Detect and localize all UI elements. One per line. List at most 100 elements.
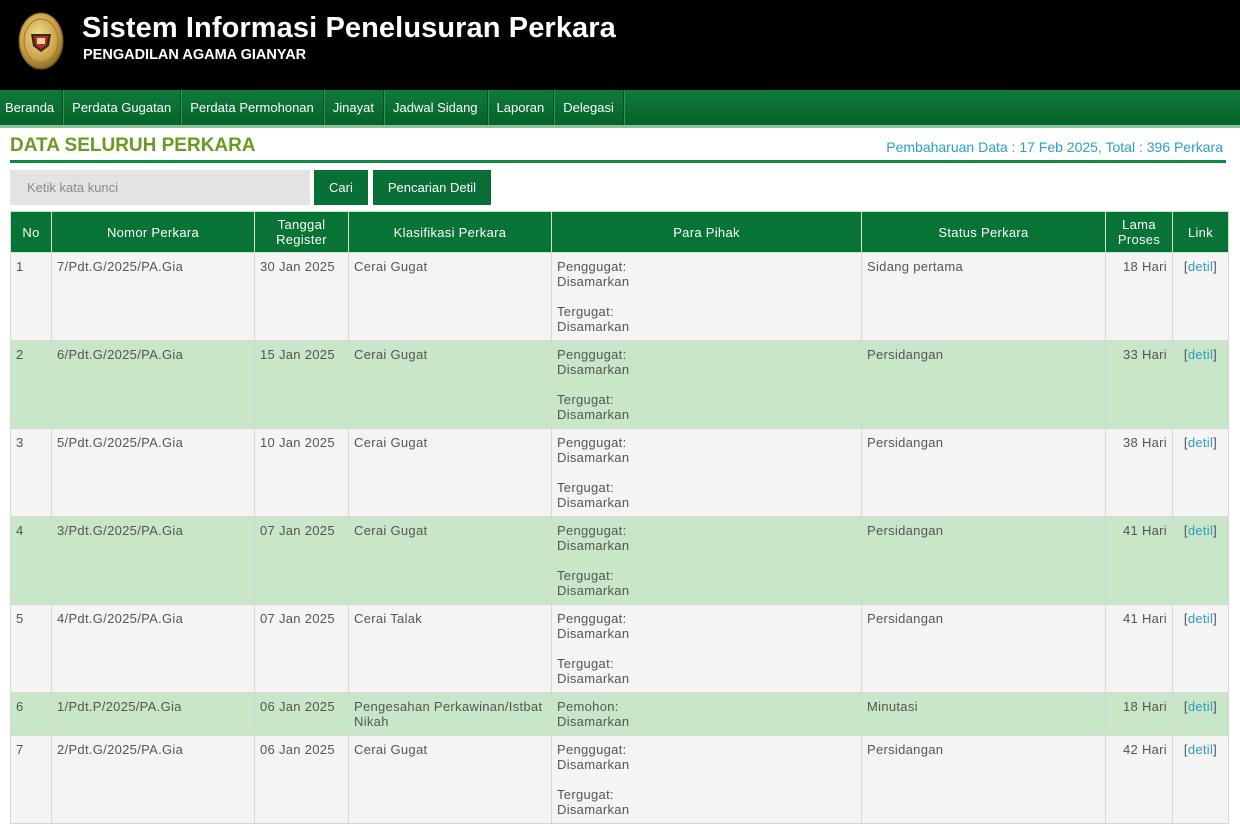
main-nav: Beranda Perdata Gugatan Perdata Permohon…: [0, 90, 1240, 128]
pihak-1-value: Disamarkan: [557, 626, 630, 641]
cell-para-pihak: Penggugat: Disamarkan Tergugat: Disamark…: [551, 516, 862, 605]
search-input[interactable]: [10, 170, 310, 205]
nav-jinayat[interactable]: Jinayat: [324, 90, 384, 125]
cell-status: Persidangan: [861, 516, 1106, 605]
cell-klasifikasi: Cerai Talak: [348, 604, 552, 693]
detail-link[interactable]: detil: [1188, 347, 1213, 362]
pihak-1-label: Penggugat:: [557, 742, 627, 757]
cell-lama-proses: 41 Hari: [1105, 516, 1173, 605]
cell-lama-proses: 42 Hari: [1105, 735, 1173, 824]
cell-tanggal-register: 15 Jan 2025: [254, 340, 349, 429]
cell-klasifikasi: Cerai Gugat: [348, 252, 552, 341]
cell-link: [detil]: [1172, 252, 1229, 341]
pihak-2-label: Tergugat:: [557, 392, 614, 407]
link-bracket-close: ]: [1213, 435, 1218, 450]
cell-lama-proses: 18 Hari: [1105, 252, 1173, 341]
cell-status: Sidang pertama: [861, 252, 1106, 341]
link-bracket-close: ]: [1213, 742, 1218, 757]
link-bracket-close: ]: [1213, 523, 1218, 538]
cell-lama-proses: 38 Hari: [1105, 428, 1173, 517]
cell-lama-proses: 41 Hari: [1105, 604, 1173, 693]
pihak-1-label: Penggugat:: [557, 611, 627, 626]
table-row: 3 5/Pdt.G/2025/PA.Gia 10 Jan 2025 Cerai …: [10, 428, 1229, 517]
header-lama-proses: Lama Proses: [1105, 211, 1173, 253]
cell-status: Persidangan: [861, 428, 1106, 517]
pihak-1-label: Penggugat:: [557, 347, 627, 362]
search-button[interactable]: Cari: [314, 170, 368, 205]
detail-link[interactable]: detil: [1188, 611, 1213, 626]
pihak-2-value: Disamarkan: [557, 583, 630, 598]
site-title: Sistem Informasi Penelusuran Perkara: [82, 12, 616, 44]
cell-no: 4: [10, 516, 52, 605]
cell-no: 6: [10, 692, 52, 736]
nav-perdata-gugatan[interactable]: Perdata Gugatan: [63, 90, 182, 125]
pihak-1-label: Penggugat:: [557, 435, 627, 450]
header-nomor-perkara: Nomor Perkara: [51, 211, 255, 253]
cell-tanggal-register: 10 Jan 2025: [254, 428, 349, 517]
pihak-2-value: Disamarkan: [557, 319, 630, 334]
cell-para-pihak: Penggugat: Disamarkan Tergugat: Disamark…: [551, 252, 862, 341]
pihak-gap: [557, 377, 856, 392]
cell-no: 7: [10, 735, 52, 824]
pihak-1-value: Disamarkan: [557, 757, 630, 772]
pihak-2-value: Disamarkan: [557, 671, 630, 686]
header-tanggal-register: Tanggal Register: [254, 211, 349, 253]
cell-no: 1: [10, 252, 52, 341]
cell-nomor-perkara: 6/Pdt.G/2025/PA.Gia: [51, 340, 255, 429]
cell-no: 2: [10, 340, 52, 429]
pihak-1-value: Disamarkan: [557, 714, 630, 729]
cell-status: Minutasi: [861, 692, 1106, 736]
table-row: 5 4/Pdt.G/2025/PA.Gia 07 Jan 2025 Cerai …: [10, 604, 1229, 693]
nav-delegasi[interactable]: Delegasi: [554, 90, 624, 125]
cell-lama-proses: 18 Hari: [1105, 692, 1173, 736]
cell-klasifikasi: Cerai Gugat: [348, 340, 552, 429]
site-subtitle: PENGADILAN AGAMA GIANYAR: [83, 47, 307, 63]
link-bracket-close: ]: [1213, 347, 1218, 362]
pihak-2-label: Tergugat:: [557, 568, 614, 583]
pihak-2-value: Disamarkan: [557, 495, 630, 510]
nav-perdata-permohonan[interactable]: Perdata Permohonan: [181, 90, 324, 125]
pihak-gap: [557, 641, 856, 656]
pihak-gap: [557, 465, 856, 480]
pihak-gap: [557, 289, 856, 304]
header-klasifikasi: Klasifikasi Perkara: [348, 211, 552, 253]
cell-tanggal-register: 07 Jan 2025: [254, 604, 349, 693]
pihak-gap: [557, 772, 856, 787]
site-header: Sistem Informasi Penelusuran Perkara PEN…: [0, 0, 1240, 90]
pihak-2-label: Tergugat:: [557, 480, 614, 495]
case-table: No Nomor Perkara Tanggal Register Klasifi…: [10, 211, 1229, 824]
cell-nomor-perkara: 1/Pdt.P/2025/PA.Gia: [51, 692, 255, 736]
detail-link[interactable]: detil: [1188, 435, 1213, 450]
cell-status: Persidangan: [861, 735, 1106, 824]
cell-link: [detil]: [1172, 516, 1229, 605]
cell-tanggal-register: 06 Jan 2025: [254, 692, 349, 736]
table-row: 7 2/Pdt.G/2025/PA.Gia 06 Jan 2025 Cerai …: [10, 735, 1229, 824]
nav-laporan[interactable]: Laporan: [488, 90, 555, 125]
detail-link[interactable]: detil: [1188, 259, 1213, 274]
table-header-row: No Nomor Perkara Tanggal Register Klasifi…: [10, 211, 1229, 253]
cell-link: [detil]: [1172, 604, 1229, 693]
header-link: Link: [1172, 211, 1229, 253]
cell-tanggal-register: 07 Jan 2025: [254, 516, 349, 605]
cell-para-pihak: Penggugat: Disamarkan Tergugat: Disamark…: [551, 604, 862, 693]
cell-no: 3: [10, 428, 52, 517]
nav-beranda[interactable]: Beranda: [0, 90, 64, 125]
detail-search-button[interactable]: Pencarian Detil: [372, 170, 491, 205]
detail-link[interactable]: detil: [1188, 523, 1213, 538]
pihak-1-value: Disamarkan: [557, 362, 630, 377]
detail-link[interactable]: detil: [1188, 742, 1213, 757]
nav-jadwal-sidang[interactable]: Jadwal Sidang: [384, 90, 488, 125]
cell-link: [detil]: [1172, 735, 1229, 824]
cell-para-pihak: Penggugat: Disamarkan Tergugat: Disamark…: [551, 428, 862, 517]
pihak-1-value: Disamarkan: [557, 538, 630, 553]
table-row: 6 1/Pdt.P/2025/PA.Gia 06 Jan 2025 Penges…: [10, 692, 1229, 736]
detail-link[interactable]: detil: [1188, 699, 1213, 714]
cell-nomor-perkara: 5/Pdt.G/2025/PA.Gia: [51, 428, 255, 517]
cell-klasifikasi: Cerai Gugat: [348, 735, 552, 824]
cell-lama-proses: 33 Hari: [1105, 340, 1173, 429]
pihak-gap: [557, 553, 856, 568]
cell-klasifikasi: Pengesahan Perkawinan/Istbat Nikah: [348, 692, 552, 736]
search-bar: Cari Pencarian Detil: [10, 170, 1228, 205]
cell-nomor-perkara: 2/Pdt.G/2025/PA.Gia: [51, 735, 255, 824]
main-content: DATA SELURUH PERKARA Pembaharuan Data : …: [0, 128, 1240, 824]
